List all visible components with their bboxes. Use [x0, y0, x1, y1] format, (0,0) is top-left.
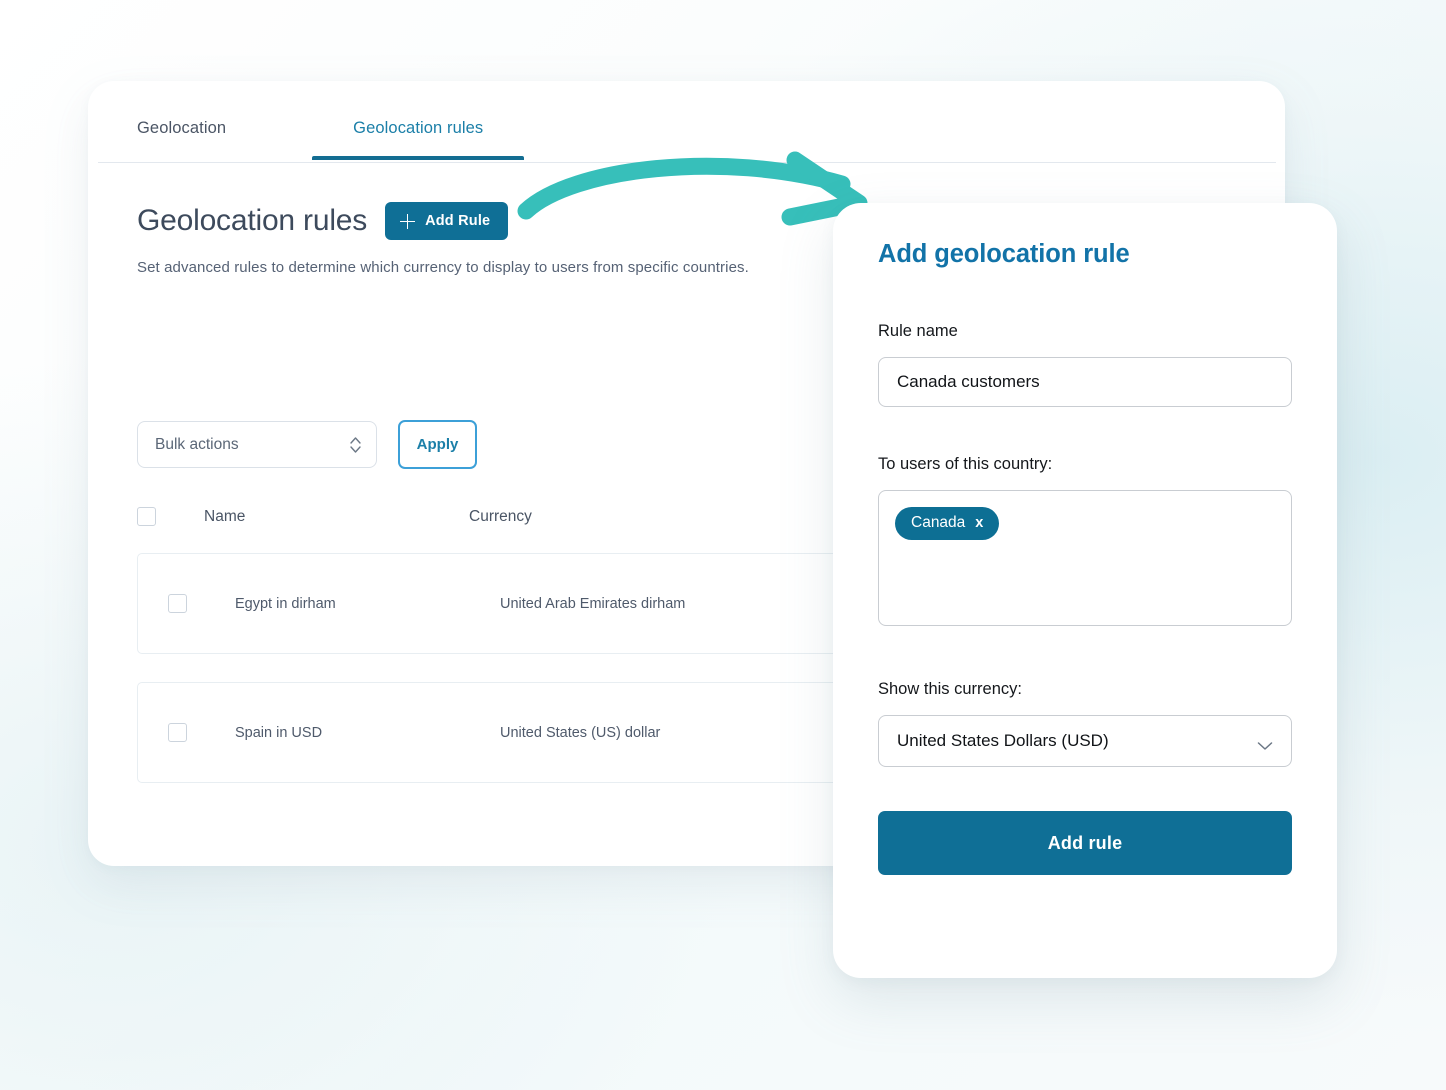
- plus-icon: [400, 213, 416, 229]
- currency-label: Show this currency:: [878, 680, 1022, 698]
- add-rule-button-label: Add Rule: [425, 213, 491, 229]
- row-name: Spain in USD: [235, 724, 323, 741]
- bulk-actions-value: Bulk actions: [155, 435, 239, 453]
- rule-name-label: Rule name: [878, 322, 958, 340]
- tab-divider: [98, 162, 1276, 163]
- country-tag-input[interactable]: Canada x: [878, 490, 1292, 626]
- country-label: To users of this country:: [878, 455, 1053, 473]
- currency-select-value: United States Dollars (USD): [897, 731, 1109, 750]
- row-name: Egypt in dirham: [235, 595, 336, 612]
- tab-geolocation-rules[interactable]: Geolocation rules: [312, 109, 525, 160]
- tab-geolocation[interactable]: Geolocation: [137, 109, 226, 160]
- row-currency: United States (US) dollar: [500, 724, 661, 741]
- column-header-name: Name: [204, 507, 246, 525]
- rule-name-input[interactable]: Canada customers: [878, 357, 1292, 407]
- column-header-currency: Currency: [469, 507, 532, 525]
- row-currency: United Arab Emirates dirham: [500, 595, 686, 612]
- chevron-updown-icon: [349, 434, 362, 456]
- rule-name-value: Canada customers: [897, 372, 1040, 391]
- row-checkbox[interactable]: [168, 723, 187, 742]
- bulk-actions-select[interactable]: Bulk actions: [137, 421, 377, 468]
- apply-button[interactable]: Apply: [398, 420, 477, 469]
- remove-tag-icon[interactable]: x: [975, 515, 983, 531]
- add-geolocation-rule-panel: Add geolocation rule Rule name Canada cu…: [833, 203, 1337, 978]
- page-title: Geolocation rules: [137, 204, 368, 237]
- currency-select[interactable]: United States Dollars (USD): [878, 715, 1292, 767]
- page-header: Geolocation rules Add Rule: [137, 202, 509, 240]
- country-tag-label: Canada: [911, 514, 966, 531]
- select-all-checkbox[interactable]: [137, 507, 156, 526]
- page-subtitle: Set advanced rules to determine which cu…: [137, 259, 749, 276]
- tab-gap: [226, 109, 353, 141]
- chevron-down-icon: [1257, 736, 1273, 750]
- add-rule-button[interactable]: Add Rule: [385, 202, 509, 240]
- bulk-actions-row: Bulk actions Apply: [137, 420, 477, 469]
- tab-bar: Geolocation Geolocation rules: [137, 109, 1285, 160]
- submit-add-rule-button[interactable]: Add rule: [878, 811, 1292, 875]
- country-tag[interactable]: Canada x: [895, 507, 1000, 540]
- row-checkbox[interactable]: [168, 594, 187, 613]
- panel-title: Add geolocation rule: [878, 240, 1130, 268]
